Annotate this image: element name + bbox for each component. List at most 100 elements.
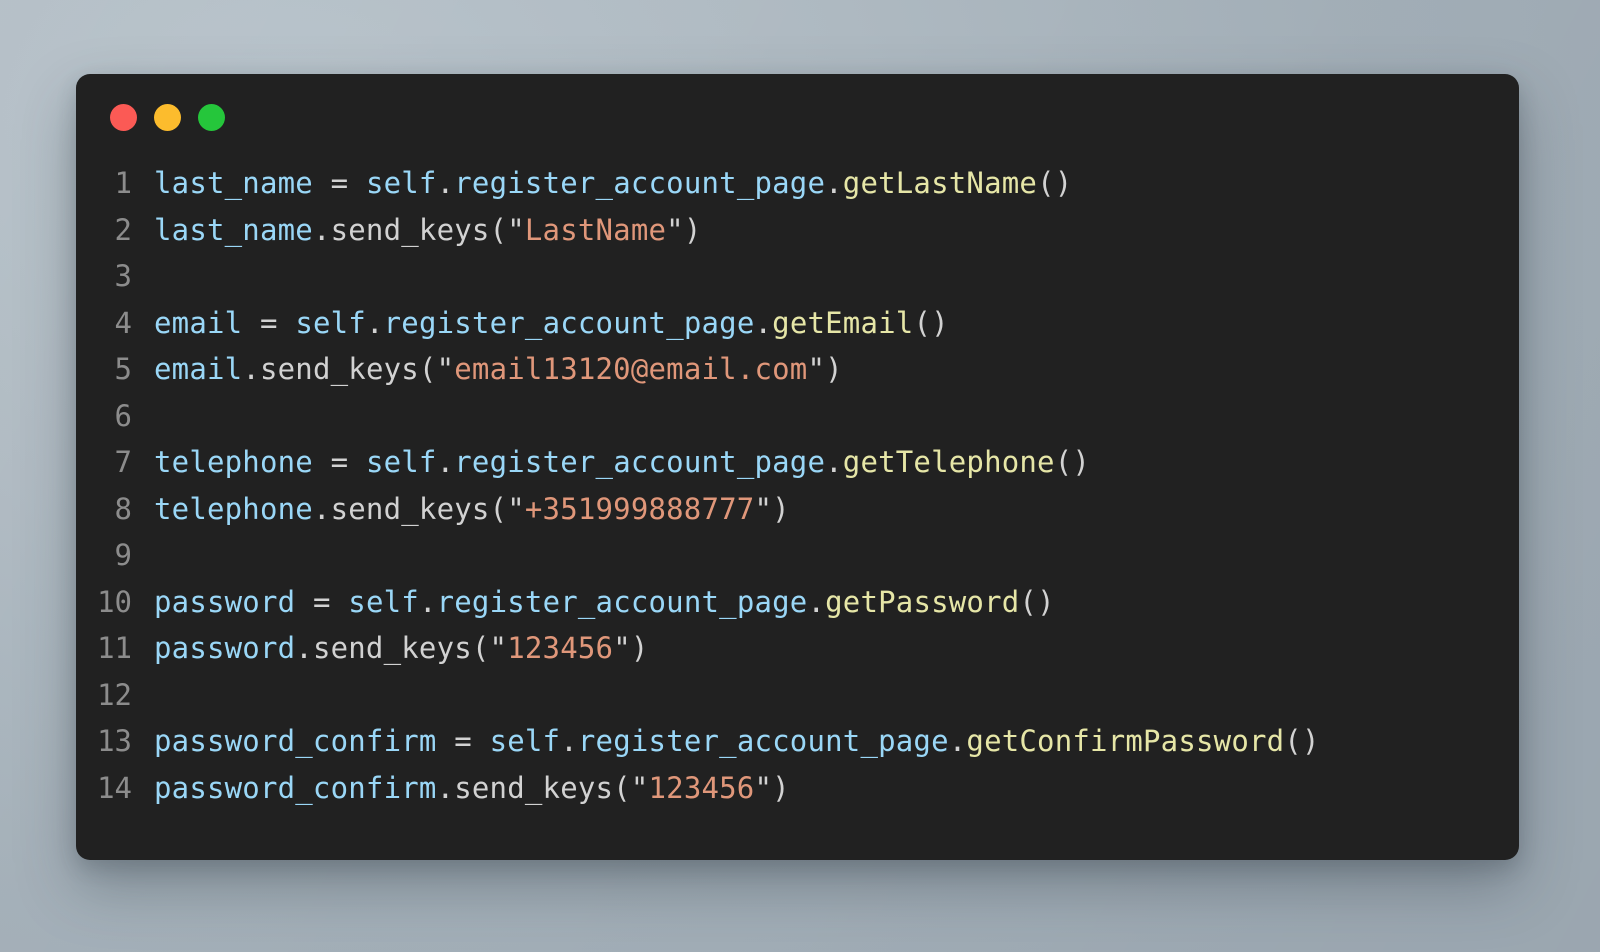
code-line[interactable]: 9	[90, 532, 1499, 579]
token-punctuation: .	[436, 770, 455, 805]
token-punctuation: ()	[1284, 724, 1320, 758]
token-punctuation: .	[436, 445, 455, 479]
code-line[interactable]: 12	[90, 672, 1499, 719]
line-number: 2	[114, 212, 132, 247]
line-number: 5	[114, 352, 132, 386]
token-variable: self	[348, 584, 419, 619]
minimize-button[interactable]	[154, 103, 181, 131]
line-content: email = self.register_account_page.getEm…	[154, 300, 949, 347]
code-line[interactable]: 4 email = self.register_account_page.getE…	[90, 300, 1499, 347]
token-variable: email	[154, 305, 243, 340]
token-punctuation: .	[436, 166, 455, 200]
token-punctuation	[313, 166, 331, 200]
token-punctuation: .	[312, 491, 331, 526]
token-punctuation: .	[560, 724, 578, 758]
token-variable: register_account_page	[454, 445, 826, 479]
code-line[interactable]: 6	[90, 393, 1499, 440]
token-variable: self	[365, 445, 437, 479]
maximize-button[interactable]	[198, 103, 225, 131]
line-content: last_name.send_keys("LastName")	[154, 207, 701, 254]
token-punctuation: .	[948, 724, 967, 758]
line-number: 13	[97, 724, 132, 758]
token-punctuation: ")	[754, 770, 790, 805]
line-content: password = self.register_account_page.ge…	[154, 579, 1055, 626]
token-variable: register_account_page	[436, 584, 808, 619]
token-function: getPassword	[825, 584, 1020, 619]
token-punctuation: =	[454, 724, 472, 758]
line-content: telephone = self.register_account_page.g…	[154, 439, 1090, 486]
line-content: last_name = self.register_account_page.g…	[154, 160, 1072, 207]
line-number: 3	[114, 259, 132, 293]
token-punctuation: ()	[913, 305, 949, 340]
token-variable: password_confirm	[154, 724, 437, 758]
token-punctuation: ")	[613, 631, 649, 665]
code-line[interactable]: 13 password_confirm = self.register_accou…	[90, 718, 1499, 765]
token-function: getLastName	[842, 166, 1038, 200]
code-line[interactable]: 14 password_confirm.send_keys("123456")	[90, 765, 1499, 812]
token-variable: telephone	[154, 491, 313, 526]
token-variable: telephone	[154, 445, 313, 479]
token-string: 123456	[507, 631, 614, 665]
token-punctuation: .	[418, 584, 437, 619]
line-content: password.send_keys("123456")	[154, 625, 649, 672]
code-line[interactable]: 2 last_name.send_keys("LastName")	[90, 207, 1499, 254]
code-line[interactable]: 1 last_name = self.register_account_page.…	[90, 160, 1499, 207]
code-line[interactable]: 8 telephone.send_keys("+351999888777")	[90, 486, 1499, 533]
code-line[interactable]: 11 password.send_keys("123456")	[90, 625, 1499, 672]
line-number: 14	[97, 770, 132, 805]
code-snippet-window: 1 last_name = self.register_account_page.…	[76, 74, 1519, 860]
line-content: password_confirm.send_keys("123456")	[154, 765, 790, 812]
code-line[interactable]: 3	[90, 253, 1499, 300]
token-punctuation	[242, 306, 260, 340]
token-string: +351999888777	[524, 491, 755, 526]
token-punctuation: ("	[418, 352, 455, 386]
code-line[interactable]: 10 password = self.register_account_page.…	[90, 579, 1499, 626]
token-punctuation: .	[312, 212, 331, 247]
line-number: 7	[114, 445, 132, 479]
token-punctuation	[348, 166, 366, 200]
token-punctuation: ("	[489, 212, 525, 247]
token-punctuation: ("	[471, 631, 508, 665]
token-punctuation: ()	[1054, 445, 1091, 479]
line-content: telephone.send_keys("+351999888777")	[154, 486, 790, 533]
line-number: 1	[114, 166, 132, 200]
token-string: 123456	[648, 770, 755, 805]
token-variable: password	[154, 631, 296, 665]
token-punctuation: send_keys	[330, 491, 490, 526]
token-variable: self	[365, 166, 437, 200]
token-punctuation: .	[754, 305, 773, 340]
token-punctuation: .	[825, 445, 843, 479]
line-number: 9	[114, 538, 132, 572]
token-variable: password	[154, 584, 296, 619]
token-punctuation	[313, 445, 331, 479]
token-punctuation: send_keys	[330, 212, 490, 247]
close-button[interactable]	[110, 103, 137, 131]
token-punctuation: send_keys	[454, 770, 614, 805]
token-function: getEmail	[772, 305, 914, 340]
token-punctuation: .	[825, 166, 843, 200]
token-punctuation: ()	[1019, 584, 1055, 619]
token-punctuation: =	[259, 305, 278, 340]
token-variable: last_name	[154, 166, 313, 200]
traffic-light-group	[110, 103, 225, 131]
code-line[interactable]: 5 email.send_keys("email13120@email.com")	[90, 346, 1499, 393]
token-punctuation: send_keys	[259, 352, 419, 386]
token-punctuation: =	[312, 584, 331, 619]
token-punctuation: .	[242, 352, 260, 386]
token-punctuation	[437, 724, 455, 758]
token-punctuation: ")	[754, 491, 790, 526]
line-number: 8	[114, 491, 132, 526]
token-punctuation: ()	[1037, 166, 1073, 200]
token-punctuation	[348, 445, 366, 479]
line-number: 12	[97, 677, 132, 712]
token-punctuation: ")	[666, 212, 702, 247]
token-function: getConfirmPassword	[966, 724, 1285, 758]
token-punctuation: =	[330, 445, 349, 479]
token-string: email13120@email.com	[454, 352, 808, 386]
line-number: 6	[114, 398, 132, 433]
line-number: 4	[114, 305, 132, 340]
window-titlebar	[76, 74, 1519, 160]
token-function: getTelephone	[842, 445, 1055, 479]
code-line[interactable]: 7 telephone = self.register_account_page.…	[90, 439, 1499, 486]
code-editor-area[interactable]: 1 last_name = self.register_account_page.…	[76, 160, 1519, 811]
